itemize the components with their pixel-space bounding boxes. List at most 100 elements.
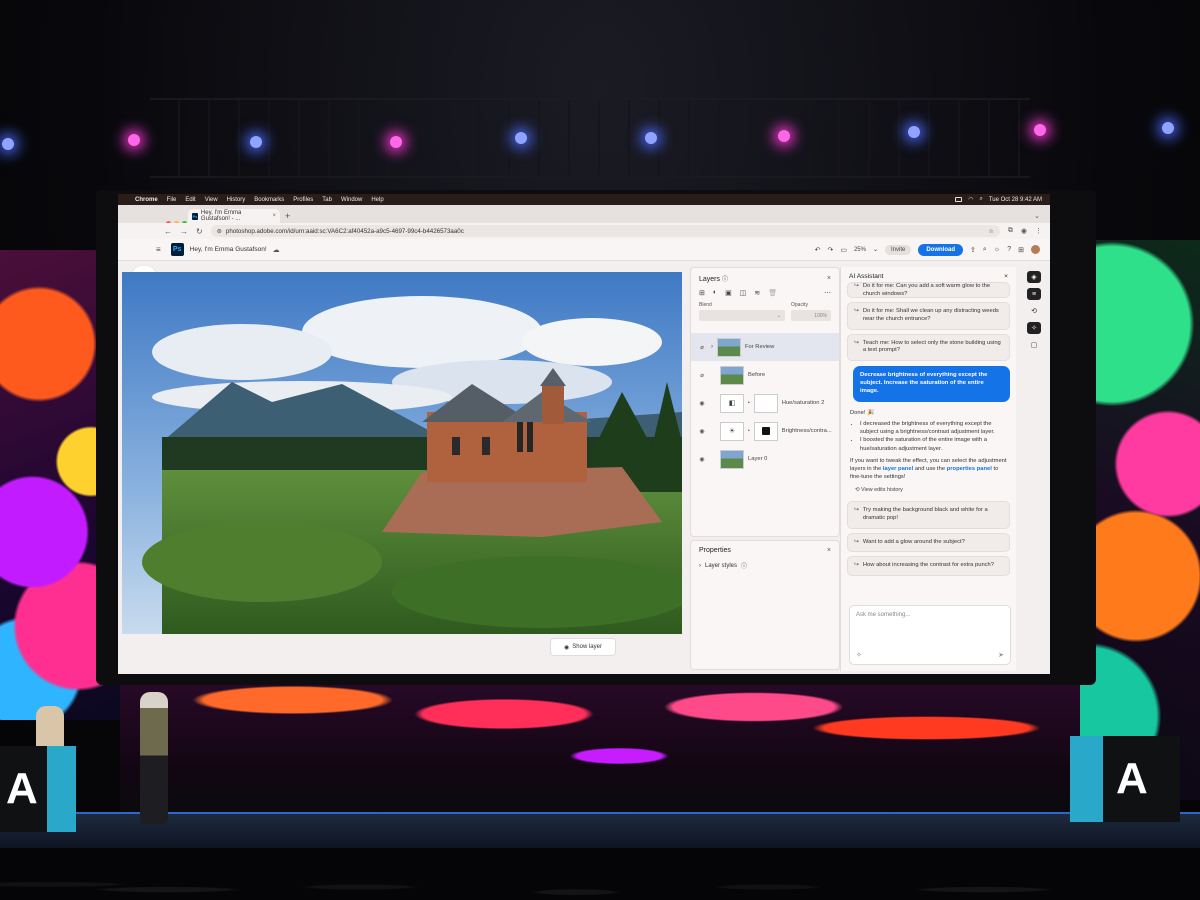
menu-edit[interactable]: Edit: [185, 197, 195, 203]
redo-icon[interactable]: ↷: [827, 246, 833, 254]
layer-row[interactable]: ◉ ☀ • Brightness/contra...: [691, 417, 839, 445]
invite-button[interactable]: Invite: [884, 244, 912, 255]
ask-input[interactable]: Ask me something... ✧ ➤: [849, 605, 1011, 665]
audience: [0, 848, 1200, 900]
back-icon[interactable]: ←: [164, 227, 172, 236]
browser-tabbar: Ps Hey, I'm Emma Gustafson! - ... × + ⌄: [118, 205, 1050, 226]
download-button[interactable]: Download: [918, 243, 963, 256]
zoom-level[interactable]: 25%: [854, 247, 866, 253]
layer-row[interactable]: ◉ ◧ • Hue/saturation 2: [691, 389, 839, 417]
close-icon[interactable]: ×: [1004, 273, 1008, 280]
menu-help[interactable]: Help: [371, 197, 383, 203]
delete-icon[interactable]: 🗑: [768, 289, 777, 297]
suggestion-chip[interactable]: ↪ Do it for me: Shall we clean up any di…: [847, 302, 1010, 330]
info-icon[interactable]: ⓘ: [722, 277, 728, 283]
download-label: Download: [926, 246, 955, 253]
hidden-eye-icon[interactable]: ⌀: [697, 372, 707, 379]
layer-row[interactable]: ⌀ Before: [691, 361, 839, 389]
suggestion-chip[interactable]: ↪ How about increasing the contrast for …: [847, 556, 1010, 577]
more-icon[interactable]: ⋯: [824, 289, 831, 297]
presenter-left: [36, 706, 64, 750]
user-avatar[interactable]: [1031, 245, 1040, 254]
eye-icon[interactable]: ◉: [697, 400, 707, 407]
adjustments-icon[interactable]: ≡: [1027, 288, 1041, 300]
show-layer-button[interactable]: ◉ Show layer: [550, 638, 616, 656]
stage-light: [645, 132, 657, 144]
stage-floor: [0, 812, 1200, 852]
document-title[interactable]: Hey, I'm Emma Gustafson!: [190, 246, 267, 253]
menu-profiles[interactable]: Profiles: [293, 197, 313, 203]
search-icon[interactable]: ⌕: [983, 246, 987, 254]
close-tab-icon[interactable]: ×: [272, 213, 276, 219]
menu-app[interactable]: Chrome: [135, 197, 158, 203]
send-icon[interactable]: ➤: [998, 651, 1004, 659]
layer-row[interactable]: ⌀ › For Review: [691, 333, 839, 361]
layer-row[interactable]: ◉ Layer 0: [691, 445, 839, 473]
view-edits-history-link[interactable]: ⟲ View edits history: [841, 483, 1016, 497]
tab-title: Hey, I'm Emma Gustafson! - ...: [200, 210, 242, 222]
sparkle-icon[interactable]: ✧: [856, 651, 862, 659]
opacity-field[interactable]: 100%: [791, 310, 831, 321]
hidden-eye-icon[interactable]: ⌀: [697, 344, 707, 351]
forward-icon[interactable]: →: [180, 227, 188, 236]
close-icon[interactable]: ×: [827, 275, 831, 282]
new-tab-icon[interactable]: +: [285, 211, 290, 221]
bookmark-star-icon[interactable]: ☆: [988, 228, 994, 235]
photoshop-logo[interactable]: Ps: [170, 243, 184, 256]
comments-icon[interactable]: ▢: [1027, 339, 1041, 351]
mask-icon[interactable]: ▣: [725, 289, 732, 297]
menu-bookmarks[interactable]: Bookmarks: [254, 197, 284, 203]
menu-history[interactable]: History: [227, 197, 246, 203]
reply-arrow-icon: ↪: [854, 538, 859, 545]
tweak-text: If you want to tweak the effect, you can…: [850, 457, 1007, 480]
menu-window[interactable]: Window: [341, 197, 362, 203]
address-bar[interactable]: ⊜ photoshop.adobe.com/id/urn:aaid:sc:VA6…: [210, 225, 1000, 237]
fit-screen-icon[interactable]: ▭: [840, 246, 847, 254]
ai-assistant-icon[interactable]: ✧: [1027, 322, 1041, 334]
suggestion-chip[interactable]: ↪ Want to add a glow around the subject?: [847, 532, 1010, 553]
lightbulb-icon[interactable]: ☼: [994, 246, 1000, 253]
layer-name: Hue/saturation 2: [781, 400, 825, 406]
apps-grid-icon[interactable]: ⊞: [1018, 246, 1024, 254]
undo-icon[interactable]: ↶: [815, 246, 821, 254]
eye-icon[interactable]: ◉: [697, 456, 707, 463]
profile-icon[interactable]: ◉: [1021, 227, 1027, 235]
layer-panel-link[interactable]: layer panel: [883, 466, 913, 472]
reply-arrow-icon: ↪: [854, 507, 859, 514]
blend-mode-select[interactable]: ⌄: [699, 310, 785, 321]
history-icon[interactable]: ⟲: [1027, 305, 1041, 317]
close-icon[interactable]: ×: [827, 547, 831, 554]
menu-tab[interactable]: Tab: [322, 197, 332, 203]
share-icon[interactable]: ⇪: [970, 246, 976, 254]
reload-icon[interactable]: ↻: [196, 227, 203, 236]
suggestion-chip[interactable]: ↪ Try making the background black and wh…: [847, 501, 1010, 529]
layer-styles-row[interactable]: › Layer styles ⓘ: [691, 557, 839, 574]
help-icon[interactable]: ?: [1007, 246, 1011, 253]
wifi-icon[interactable]: ◠: [968, 196, 973, 203]
search-icon[interactable]: ⌕: [979, 196, 982, 203]
document-canvas[interactable]: [122, 272, 682, 634]
browser-tab[interactable]: Ps Hey, I'm Emma Gustafson! - ... ×: [188, 209, 280, 223]
stack-icon[interactable]: ≋: [754, 289, 760, 297]
layers-tools: ⊞ ◐ ▣ ◫ ≋ 🗑 ⋯: [691, 286, 839, 300]
expand-chevron-icon[interactable]: ›: [711, 344, 713, 350]
properties-panel-link[interactable]: properties panel: [947, 466, 992, 472]
menubar-clock[interactable]: Tue Oct 28 9:42 AM: [989, 197, 1042, 203]
menu-view[interactable]: View: [205, 197, 218, 203]
smart-object-icon[interactable]: ◫: [740, 289, 747, 297]
hamburger-menu-icon[interactable]: ≡: [156, 245, 161, 254]
menu-file[interactable]: File: [167, 197, 177, 203]
battery-icon[interactable]: [955, 197, 963, 202]
browser-menu-icon[interactable]: ⋮: [1035, 227, 1042, 235]
adjustment-icon[interactable]: ◐: [713, 289, 717, 297]
layers-icon[interactable]: ◈: [1027, 271, 1041, 283]
extensions-icon[interactable]: ⧉: [1008, 227, 1013, 235]
suggestion-chip[interactable]: ↪ Teach me: How to select only the stone…: [847, 333, 1010, 362]
eye-icon[interactable]: ◉: [697, 428, 707, 435]
site-info-icon[interactable]: ⊜: [217, 228, 222, 235]
suggestion-chip[interactable]: ↪ Do it for me: Can you add a soft warm g…: [847, 282, 1010, 298]
info-icon[interactable]: ⓘ: [741, 561, 747, 570]
tab-search-icon[interactable]: ⌄: [1034, 212, 1040, 220]
add-layer-icon[interactable]: ⊞: [699, 289, 705, 297]
zoom-chevron-icon[interactable]: ⌄: [873, 246, 878, 253]
